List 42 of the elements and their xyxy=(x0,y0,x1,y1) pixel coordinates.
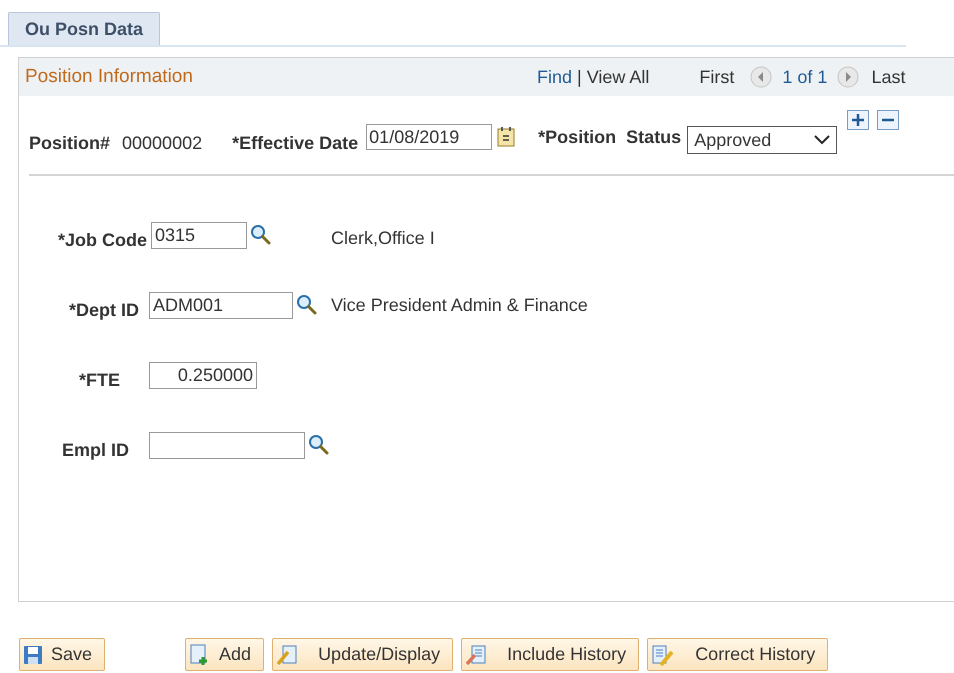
field-label: *Effective Date xyxy=(232,132,358,154)
include-history-button[interactable]: Include History xyxy=(461,638,640,671)
field-description: Vice President Admin & Finance xyxy=(331,294,588,316)
update-display-button[interactable]: Update/Display xyxy=(272,638,454,671)
chevron-down-icon xyxy=(814,135,830,145)
add-button[interactable]: Add xyxy=(185,638,264,671)
field-label: Position# xyxy=(29,132,110,154)
document-pencil-icon xyxy=(276,644,298,666)
field-label: *Job Code xyxy=(58,228,147,252)
panel-title: Position Information xyxy=(25,64,194,89)
row-count: 1 of 1 xyxy=(782,66,828,88)
correct-history-button[interactable]: Correct History xyxy=(647,638,828,671)
field-label: *FTE xyxy=(78,368,120,392)
view-all-link[interactable]: View All xyxy=(586,64,650,90)
calendar-icon[interactable] xyxy=(496,126,516,148)
next-icon[interactable] xyxy=(837,66,860,88)
field-label: *Dept ID xyxy=(68,298,139,322)
field-label: Empl ID xyxy=(62,438,129,462)
input-field[interactable]: 0315 xyxy=(151,222,247,248)
input-field[interactable]: 0.250000 xyxy=(149,362,257,388)
input-field[interactable] xyxy=(149,432,305,458)
last-link[interactable]: Last xyxy=(871,64,906,90)
tab[interactable]: Ou Posn Data xyxy=(8,12,160,45)
position-number: 00000002 xyxy=(122,132,202,154)
search-icon[interactable] xyxy=(308,434,330,456)
list-pencil-icon xyxy=(651,644,676,666)
status-dropdown[interactable]: Approved xyxy=(687,126,838,154)
document-pencil-icon xyxy=(465,644,488,666)
separator: | xyxy=(577,66,582,89)
plus-icon xyxy=(852,114,864,126)
previous-icon[interactable] xyxy=(750,66,772,88)
find-link[interactable]: Find xyxy=(537,64,572,90)
date-field[interactable]: 01/08/2019 xyxy=(366,124,492,150)
add-row-button[interactable] xyxy=(847,110,870,130)
search-icon[interactable] xyxy=(296,294,318,316)
field-description: Clerk,Office I xyxy=(331,226,435,250)
delete-row-button[interactable] xyxy=(877,110,900,130)
first-link[interactable]: First xyxy=(699,64,734,90)
field-label: *Position Status xyxy=(538,126,682,148)
input-field[interactable]: ADM001 xyxy=(149,292,293,318)
save-button[interactable]: Save xyxy=(19,638,106,671)
search-icon[interactable] xyxy=(250,224,272,246)
